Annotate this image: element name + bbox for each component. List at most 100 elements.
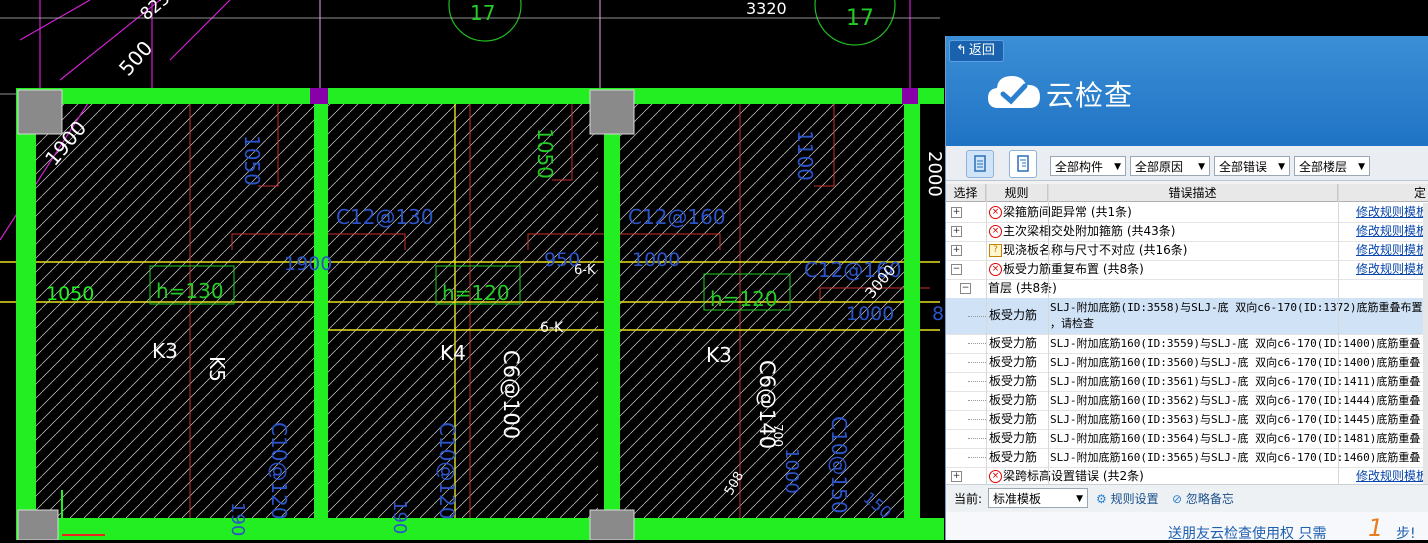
- promo-tail: 步!: [1396, 526, 1416, 542]
- edit-rule-template-link[interactable]: 修改规则模板: [1356, 467, 1428, 484]
- expand-icon[interactable]: +: [951, 226, 962, 237]
- rule-cell: 板受力筋: [989, 374, 1038, 388]
- rule-cell: 板受力筋: [989, 308, 1038, 322]
- desc-cell: SLJ-附加底筋160(ID:3560)与SLJ-底 双向c6-170(ID:1…: [1050, 356, 1421, 369]
- back-button[interactable]: ↰ 返回: [949, 40, 1004, 62]
- result-row[interactable]: 板受力筋 SLJ-附加底筋(ID:3558)与SLJ-底 双向c6-170(ID…: [946, 298, 1428, 335]
- result-row[interactable]: 板受力筋 SLJ-附加底筋160(ID:3565)与SLJ-底 双向c6-170…: [946, 448, 1428, 468]
- dim-mid-4: 2000: [924, 151, 945, 197]
- error-filter-select[interactable]: 全部错误 ▼: [1214, 156, 1290, 176]
- results-table: 选择 规则 错误描述 定 + × 梁箍筋间距异常 (共1条) 修改规则模板 + …: [946, 184, 1428, 484]
- error-icon: ×: [989, 263, 1002, 276]
- tree-line: [968, 457, 986, 458]
- result-row[interactable]: 板受力筋 SLJ-附加底筋160(ID:3559)与SLJ-底 双向c6-170…: [946, 334, 1428, 354]
- tree-line: [968, 400, 986, 401]
- collapse-icon[interactable]: −: [960, 283, 971, 294]
- scrollbar[interactable]: [1423, 203, 1428, 484]
- group-row[interactable]: − × 板受力筋重复布置 (共8条) 修改规则模板: [946, 260, 1428, 280]
- chevron-down-icon: ▼: [1076, 494, 1083, 504]
- slab-k3-b: K3: [706, 343, 732, 367]
- expand-icon[interactable]: +: [951, 245, 962, 256]
- cloud-check-icon: [988, 76, 1040, 108]
- list-view-icon[interactable]: [966, 150, 994, 178]
- edit-rule-template-link[interactable]: 修改规则模板: [1356, 222, 1428, 241]
- tree-line: [968, 362, 986, 363]
- group-row[interactable]: + ? 现浇板名称与尺寸不对应 (共16条) 修改规则模板: [946, 241, 1428, 261]
- floor-filter-select[interactable]: 全部楼层 ▼: [1294, 156, 1370, 176]
- chevron-down-icon: ▼: [1358, 162, 1365, 172]
- rule-cell: 板受力筋: [989, 431, 1038, 445]
- result-row[interactable]: 板受力筋 SLJ-附加底筋160(ID:3563)与SLJ-底 双向c6-170…: [946, 410, 1428, 430]
- desc-cell: SLJ-附加底筋160(ID:3559)与SLJ-底 双向c6-170(ID:1…: [1050, 337, 1421, 350]
- group-row[interactable]: + × 梁箍筋间距异常 (共1条) 修改规则模板: [946, 203, 1428, 223]
- dim-top-3: 3320: [746, 0, 787, 18]
- panel-title: 云检查: [1046, 79, 1134, 112]
- component-filter-select[interactable]: 全部构件 ▼: [1050, 156, 1126, 176]
- bars-vert-1: C6@100: [499, 350, 523, 439]
- col-location: 定: [1338, 184, 1428, 202]
- group-row[interactable]: + × 梁跨标高设置错误 (共2条) 修改规则模板: [946, 467, 1428, 484]
- desc-cell: SLJ-附加底筋160(ID:3562)与SLJ-底 双向c6-170(ID:1…: [1050, 394, 1421, 407]
- thickness-3: h=120: [710, 287, 778, 311]
- promo-text: 送朋友云检查使用权 只需: [1168, 526, 1327, 542]
- subgroup-row[interactable]: − 首层 (共8条): [946, 279, 1428, 299]
- desc-cell: SLJ-附加底筋160(ID:3564)与SLJ-底 双向c6-170(ID:1…: [1050, 432, 1421, 445]
- current-label: 当前:: [954, 492, 983, 506]
- rule-cell: 板受力筋: [989, 450, 1038, 464]
- group-title: 梁箍筋间距异常 (共1条): [1003, 205, 1132, 219]
- error-icon: ×: [989, 470, 1002, 483]
- bars-vert-4: C10@120: [435, 422, 459, 520]
- slab-k4: K4: [440, 341, 466, 365]
- col-select: 选择: [946, 184, 986, 202]
- slab-hatch: [36, 104, 910, 518]
- group-row[interactable]: + × 主次梁相交处附加箍筋 (共43条) 修改规则模板: [946, 222, 1428, 242]
- dim-h-1: 1900: [284, 253, 332, 275]
- tree-line: [968, 316, 986, 317]
- reason-filter-select[interactable]: 全部原因 ▼: [1130, 156, 1210, 176]
- template-select[interactable]: 标准模板 ▼: [988, 488, 1088, 508]
- dim-h-6: 8: [932, 303, 944, 325]
- col-divider: [986, 184, 987, 484]
- axis-label-2: 17: [846, 6, 874, 31]
- col-rule: 规则: [986, 184, 1048, 202]
- tree-view-icon[interactable]: [1009, 150, 1037, 178]
- bars-vert-10: 190: [389, 500, 410, 534]
- col-divider: [1048, 184, 1049, 484]
- expand-icon[interactable]: +: [951, 471, 962, 482]
- rule-cell: 板受力筋: [989, 355, 1038, 369]
- ignore-icon: ⊘: [1172, 492, 1183, 506]
- group-title: 现浇板名称与尺寸不对应 (共16条): [1003, 243, 1188, 257]
- tree-line: [968, 343, 986, 344]
- slab-k5: K5: [205, 356, 229, 382]
- promo-banner[interactable]: 送朋友云检查使用权 只需 1 步!: [946, 512, 1428, 542]
- dim-h-3: 1000: [632, 249, 680, 271]
- result-row[interactable]: 板受力筋 SLJ-附加底筋160(ID:3561)与SLJ-底 双向c6-170…: [946, 372, 1428, 392]
- thickness-2: h=120: [442, 281, 510, 305]
- warning-icon: ?: [989, 244, 1002, 257]
- tree-line: [968, 438, 986, 439]
- back-label: 返回: [968, 43, 995, 58]
- desc-cell: SLJ-附加底筋(ID:3558)与SLJ-底 双向c6-170(ID:1372…: [1050, 301, 1423, 314]
- rule-settings-button[interactable]: ⚙ 规则设置: [1096, 490, 1159, 507]
- panel-footer: 当前: 标准模板 ▼ ⚙ 规则设置 ⊘ 忽略备忘: [946, 484, 1428, 511]
- slab-k3-a: K3: [152, 339, 178, 363]
- rule-cell: 板受力筋: [989, 412, 1038, 426]
- desc-cell: SLJ-附加底筋160(ID:3565)与SLJ-底 双向c6-170(ID:1…: [1050, 451, 1421, 464]
- subgroup-title: 首层 (共8条): [988, 281, 1057, 295]
- thickness-1: h=130: [156, 279, 224, 303]
- desc-cell-cont: ，请检查: [1050, 317, 1094, 330]
- expand-icon[interactable]: +: [951, 207, 962, 218]
- dim-mid-2: 1050: [533, 128, 557, 179]
- gear-icon: ⚙: [1096, 492, 1107, 506]
- note-6k-1: 6-K: [574, 263, 596, 278]
- edit-rule-template-link[interactable]: 修改规则模板: [1356, 260, 1428, 279]
- result-row[interactable]: 板受力筋 SLJ-附加底筋160(ID:3564)与SLJ-底 双向c6-170…: [946, 429, 1428, 449]
- collapse-icon[interactable]: −: [951, 264, 962, 275]
- result-row[interactable]: 板受力筋 SLJ-附加底筋160(ID:3562)与SLJ-底 双向c6-170…: [946, 391, 1428, 411]
- result-row[interactable]: 板受力筋 SLJ-附加底筋160(ID:3560)与SLJ-底 双向c6-170…: [946, 353, 1428, 373]
- ignore-notes-button[interactable]: ⊘ 忽略备忘: [1172, 490, 1234, 507]
- bars-vert-9: 190: [227, 502, 248, 536]
- group-title: 梁跨标高设置错误 (共2条): [1003, 469, 1144, 483]
- edit-rule-template-link[interactable]: 修改规则模板: [1356, 241, 1428, 260]
- edit-rule-template-link[interactable]: 修改规则模板: [1356, 203, 1428, 222]
